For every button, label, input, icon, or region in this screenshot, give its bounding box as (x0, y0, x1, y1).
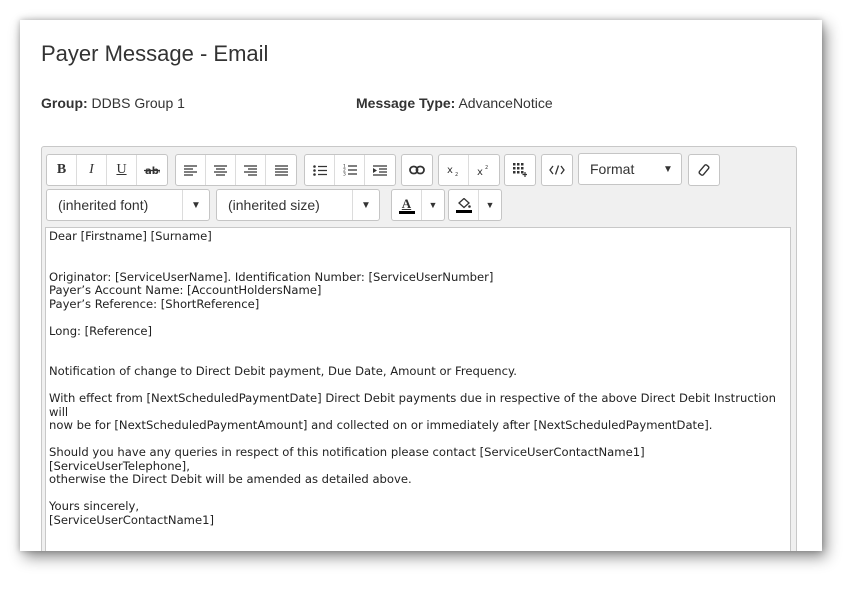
content-line: Yours sincerely, (49, 499, 140, 513)
font-size-dropdown[interactable]: (inherited size) ▼ (216, 189, 380, 221)
content-line: ​ (49, 257, 787, 271)
clear-formatting-button[interactable] (689, 155, 719, 185)
content-line: now be for [NextScheduledPaymentAmount] … (49, 418, 713, 432)
strikethrough-button[interactable]: abc (137, 155, 167, 185)
content-line: ​ (49, 311, 787, 325)
group-info: Group: DDBS Group 1 (41, 95, 185, 111)
content-line: ​ (49, 352, 787, 366)
text-color-icon: A (401, 195, 412, 211)
subscript-button[interactable]: x2 (439, 155, 469, 185)
link-icon (409, 165, 425, 175)
svg-text:3: 3 (343, 172, 346, 177)
chevron-down-icon: ▼ (182, 190, 209, 220)
justify-icon (274, 164, 288, 176)
text-style-group: B I U abc (46, 154, 168, 186)
bullet-list-icon (312, 164, 327, 176)
payer-message-card: Payer Message - Email Group: DDBS Group … (20, 20, 822, 551)
content-line: ​ (49, 338, 787, 352)
message-type-info: Message Type: AdvanceNotice (356, 95, 553, 111)
content-line: [ServiceUserContactName1] (49, 512, 215, 527)
source-code-button[interactable] (542, 155, 572, 185)
highlight-color-dropdown[interactable]: ▼ (479, 190, 501, 220)
table-group (504, 154, 536, 186)
align-right-button[interactable] (236, 155, 266, 185)
editor-content-area[interactable]: Dear [Firstname] [Surname]​​Originator: … (45, 227, 791, 551)
text-color-swatch (398, 210, 415, 214)
highlight-color-group: ▼ (448, 189, 502, 221)
superscript-button[interactable]: x2 (469, 155, 499, 185)
align-right-icon (244, 164, 257, 176)
content-line: With effect from [NextScheduledPaymentDa… (49, 391, 780, 419)
format-label: Format (590, 161, 635, 177)
font-family-label: (inherited font) (58, 197, 149, 213)
align-center-icon (214, 164, 227, 176)
content-line: ​ (49, 244, 787, 258)
content-line: ​ (49, 379, 787, 393)
code-group (541, 154, 573, 186)
content-line: Dear [Firstname] [Surname] (49, 229, 212, 243)
numbered-list-icon: 123 (343, 164, 357, 176)
strikethrough-icon: abc (144, 166, 160, 176)
svg-text:x: x (447, 165, 453, 176)
text-color-dropdown[interactable]: ▼ (422, 190, 444, 220)
superscript-icon: x2 (477, 165, 488, 176)
group-label: Group: (41, 95, 88, 111)
content-line: otherwise the Direct Debit will be amend… (49, 472, 412, 486)
list-group: 123 (304, 154, 396, 186)
content-line: Originator: [ServiceUserName]. Identific… (49, 269, 494, 284)
font-size-label: (inherited size) (228, 197, 320, 213)
italic-button[interactable]: I (77, 155, 107, 185)
align-left-button[interactable] (176, 155, 206, 185)
content-line: Notification of change to Direct Debit p… (49, 364, 517, 378)
script-group: x2 x2 (438, 154, 500, 186)
underline-button[interactable]: U (107, 155, 137, 185)
rich-text-editor: B I U abc 123 (41, 146, 797, 551)
font-family-dropdown[interactable]: (inherited font) ▼ (46, 189, 210, 221)
link-button[interactable] (402, 155, 432, 185)
paint-bucket-icon (457, 197, 471, 208)
bullet-list-button[interactable] (305, 155, 335, 185)
chevron-down-icon: ▼ (352, 190, 379, 220)
clear-format-group (688, 154, 720, 186)
content-line: Payer’s Account Name: [AccountHoldersNam… (49, 283, 322, 297)
indent-button[interactable] (365, 155, 395, 185)
format-dropdown[interactable]: Format ▼ (578, 153, 682, 185)
content-line: ​ (49, 433, 787, 447)
indent-icon (373, 164, 387, 176)
page-title: Payer Message - Email (41, 41, 269, 66)
message-type-value: AdvanceNotice (458, 95, 553, 111)
eraser-icon (698, 164, 710, 176)
content-line: Long: [Reference] (49, 323, 153, 338)
subscript-icon: x2 (447, 165, 458, 176)
text-color-group: A ▼ (391, 189, 445, 221)
svg-text:x: x (477, 167, 483, 176)
table-icon (513, 163, 527, 177)
justify-button[interactable] (266, 155, 296, 185)
align-group (175, 154, 297, 186)
chevron-down-icon: ▼ (663, 163, 673, 175)
content-line: Should you have any queries in respect o… (49, 445, 649, 473)
svg-text:2: 2 (455, 172, 458, 176)
text-color-button[interactable]: A (392, 190, 422, 220)
link-group (401, 154, 433, 186)
svg-text:2: 2 (485, 165, 488, 171)
message-type-label: Message Type: (356, 95, 456, 111)
align-center-button[interactable] (206, 155, 236, 185)
code-icon (549, 165, 565, 175)
align-left-icon (184, 164, 197, 176)
highlight-color-button[interactable] (449, 190, 479, 220)
highlight-color-swatch (455, 209, 472, 213)
content-line: ​ (49, 487, 787, 501)
group-value: DDBS Group 1 (91, 95, 185, 111)
table-button[interactable] (505, 155, 535, 185)
content-line: Payer’s Reference: [ShortReference] (49, 296, 260, 311)
numbered-list-button[interactable]: 123 (335, 155, 365, 185)
bold-button[interactable]: B (47, 155, 77, 185)
